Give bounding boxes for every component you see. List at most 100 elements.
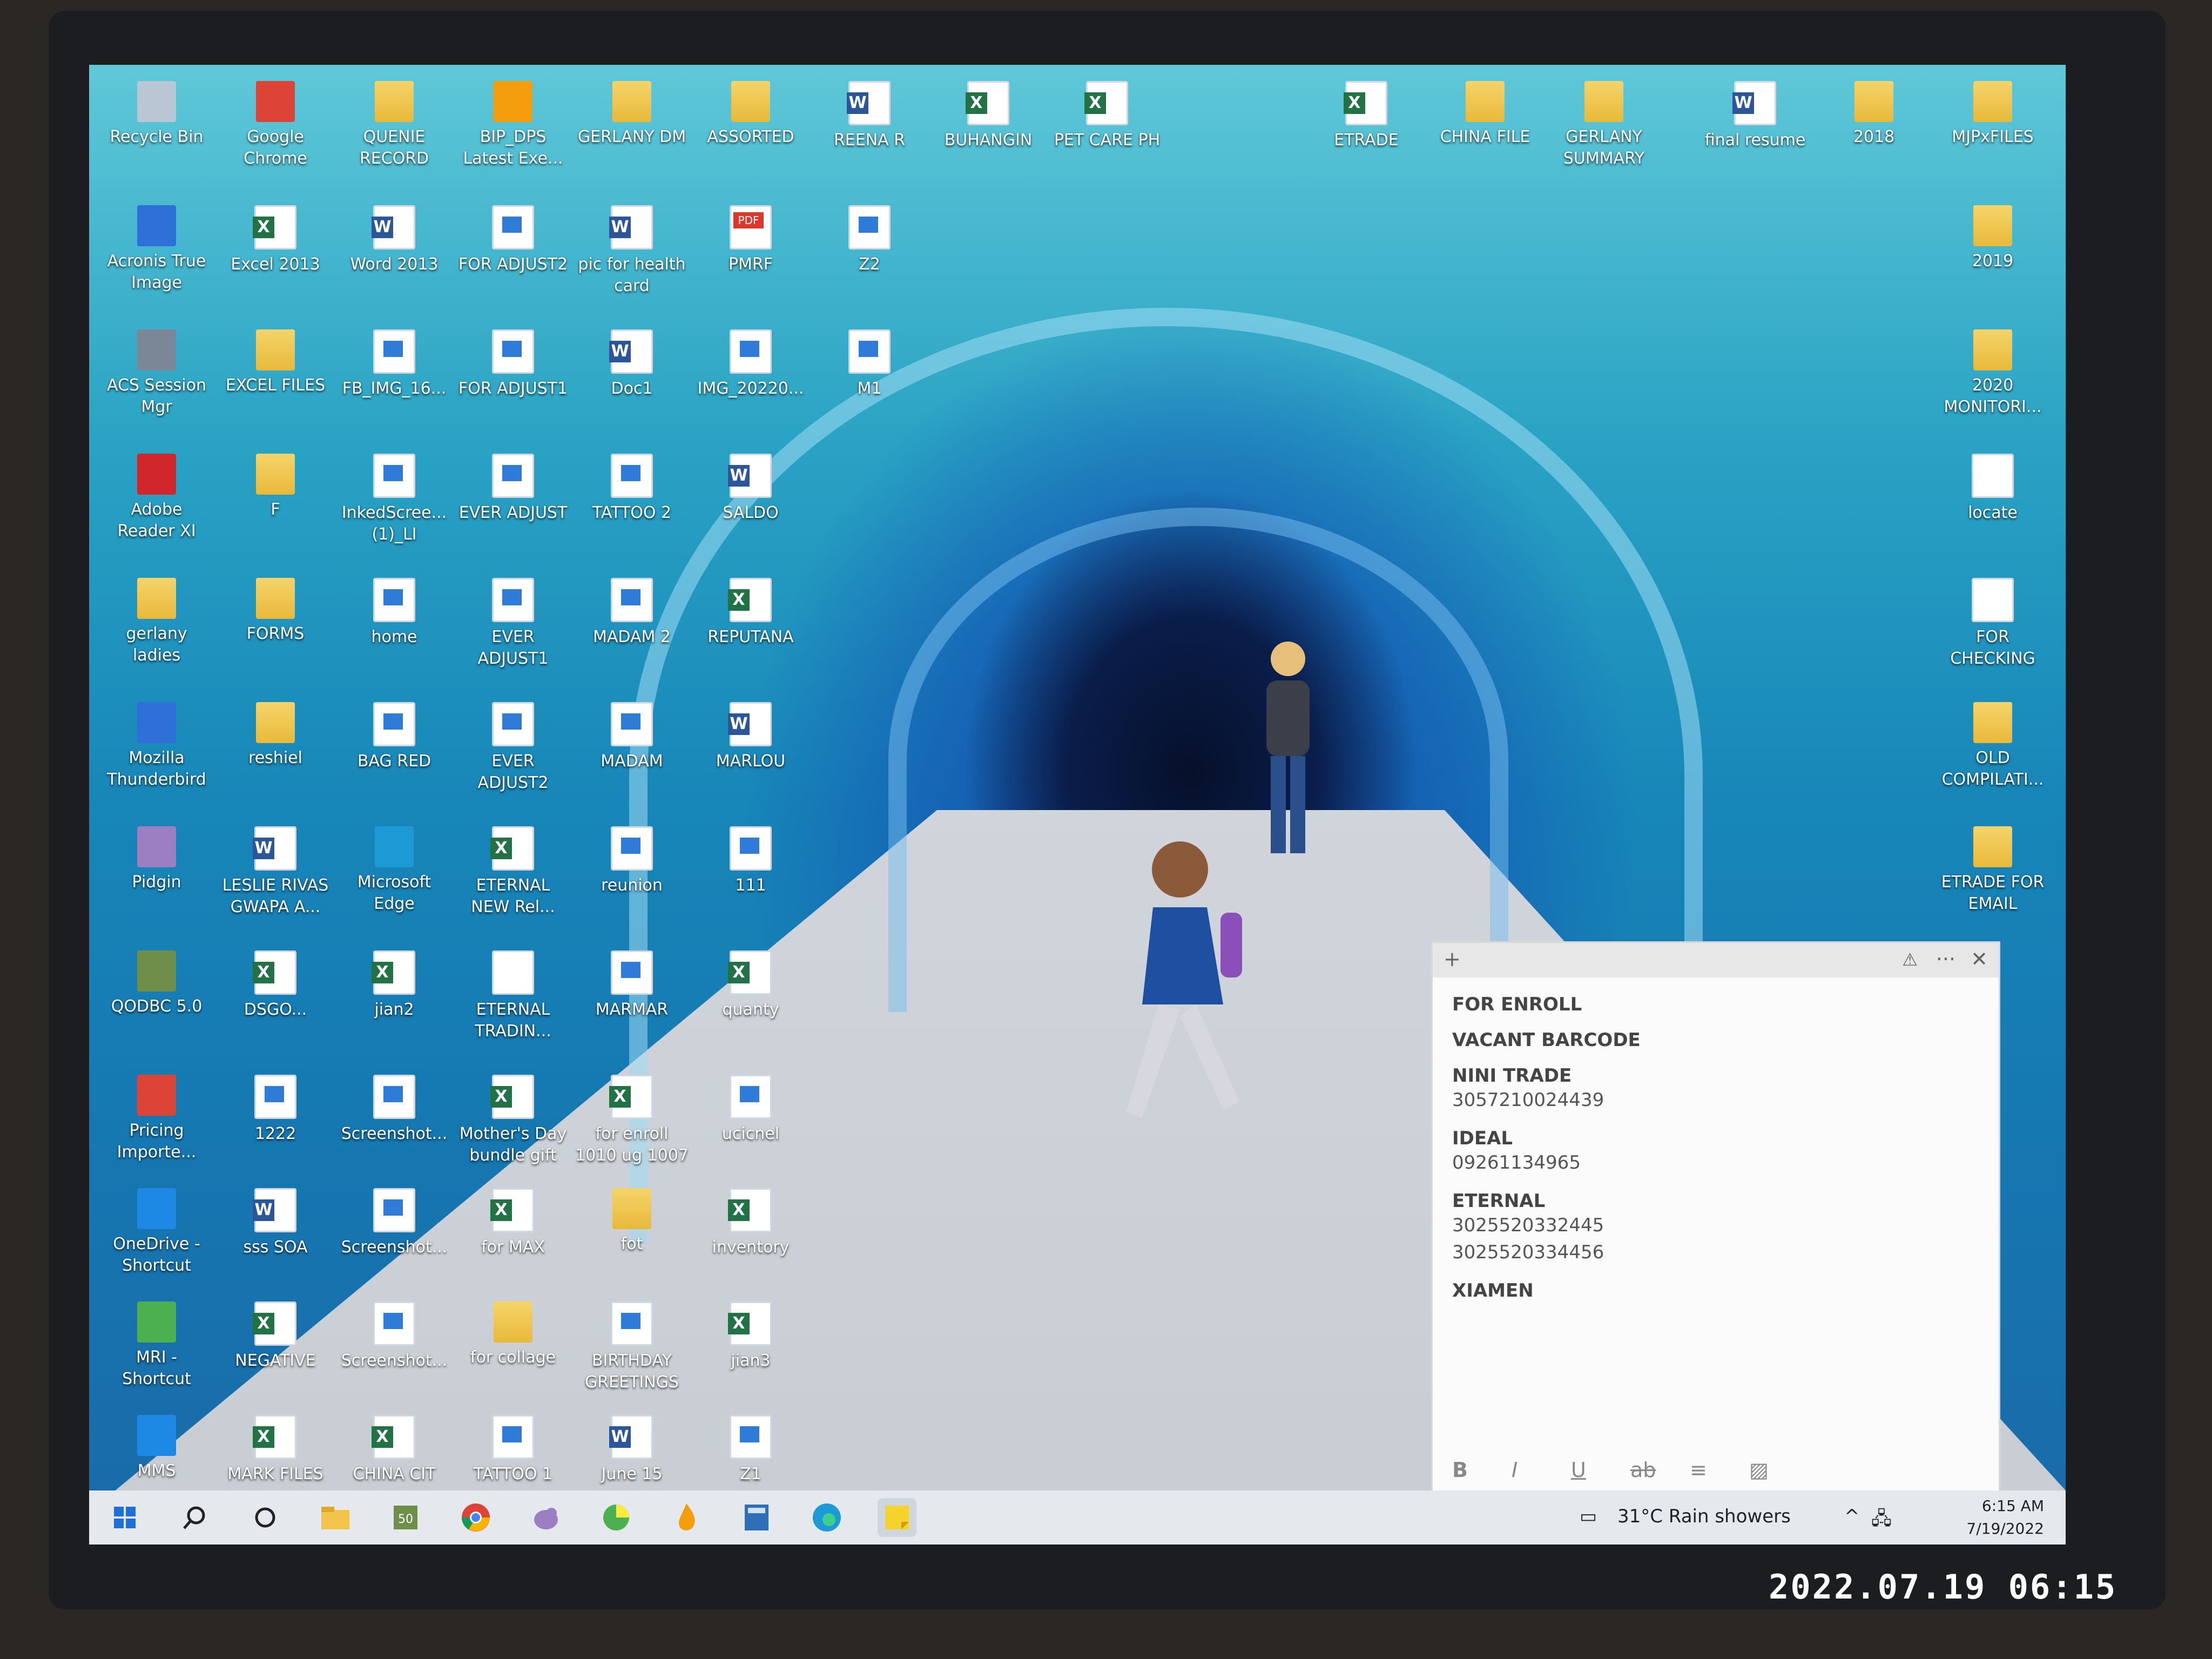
desktop-icon[interactable]: GERLANY SUMMARY bbox=[1547, 81, 1661, 170]
desktop-icon[interactable]: 1222 bbox=[219, 1075, 332, 1145]
taskbar-clock[interactable]: 6:15 AM 7/19/2022 bbox=[1966, 1495, 2044, 1540]
desktop-icon[interactable]: REPUTANA bbox=[694, 578, 807, 648]
desktop-icon[interactable]: NEGATIVE bbox=[219, 1301, 332, 1372]
desktop-icon[interactable]: Google Chrome bbox=[219, 81, 332, 170]
search-button[interactable] bbox=[176, 1498, 214, 1537]
desktop-icon[interactable]: M1 bbox=[813, 329, 926, 400]
bullet-list-button[interactable]: ≡ bbox=[1690, 1458, 1749, 1482]
taskbar-calculator[interactable] bbox=[737, 1498, 776, 1537]
desktop-icon[interactable]: ucicnel bbox=[694, 1075, 807, 1145]
insert-image-button[interactable]: ▨ bbox=[1749, 1458, 1809, 1482]
desktop-icon[interactable]: ETERNAL NEW Rel... bbox=[456, 826, 570, 918]
desktop-icon[interactable]: EVER ADJUST bbox=[456, 454, 570, 524]
desktop-icon[interactable]: Acronis True Image bbox=[100, 205, 213, 294]
taskbar-chrome[interactable] bbox=[456, 1498, 495, 1537]
desktop-icon[interactable]: Adobe Reader XI bbox=[100, 454, 213, 542]
taskbar-edge[interactable] bbox=[807, 1498, 846, 1537]
desktop-icon[interactable]: Pidgin bbox=[100, 826, 213, 893]
desktop-icon[interactable]: 2018 bbox=[1817, 81, 1931, 148]
taskbar-file-explorer[interactable] bbox=[316, 1498, 355, 1537]
desktop-icon[interactable]: Recycle Bin bbox=[100, 81, 213, 148]
desktop-icon[interactable]: gerlany ladies bbox=[100, 578, 213, 666]
desktop-icon[interactable]: 2019 bbox=[1936, 205, 2049, 272]
desktop-icon[interactable]: OLD COMPILATI... bbox=[1936, 702, 2049, 791]
weather-text[interactable]: 31°C Rain showers bbox=[1617, 1506, 1791, 1527]
desktop-icon[interactable]: fot bbox=[575, 1188, 689, 1255]
desktop-icon[interactable]: for MAX bbox=[456, 1188, 570, 1258]
warning-icon[interactable]: ⚠ bbox=[1902, 949, 1918, 970]
desktop-icon[interactable]: reunion bbox=[575, 826, 689, 896]
desktop-icon[interactable]: EXCEL FILES bbox=[219, 329, 332, 396]
taskbar-qodbc[interactable]: 50 bbox=[386, 1498, 425, 1537]
desktop-icon[interactable]: Screenshot... bbox=[338, 1301, 451, 1372]
desktop-icon[interactable]: QODBC 5.0 bbox=[100, 950, 213, 1017]
sticky-note-window[interactable]: + ⚠ ··· ✕ FOR ENROLL VACANT BARCODE NINI T… bbox=[1433, 943, 1999, 1494]
task-view-button[interactable] bbox=[246, 1498, 285, 1537]
desktop-icon[interactable]: Mozilla Thunderbird bbox=[100, 702, 213, 791]
desktop-icon[interactable]: BAG RED bbox=[338, 702, 451, 772]
desktop-icon[interactable]: ETRADE bbox=[1310, 81, 1423, 151]
desktop-icon[interactable]: InkedScree... (1)_LI bbox=[338, 454, 451, 545]
desktop-icon[interactable]: MARK FILES bbox=[219, 1415, 332, 1485]
desktop-icon[interactable]: Pricing Importe... bbox=[100, 1075, 213, 1163]
tray-chevron-icon[interactable]: ^ bbox=[1844, 1506, 1860, 1527]
desktop-icon[interactable]: ASSORTED bbox=[694, 81, 807, 148]
desktop-icon[interactable]: MADAM 2 bbox=[575, 578, 689, 648]
add-note-icon[interactable]: + bbox=[1444, 947, 1461, 971]
network-icon[interactable]: 🖧 bbox=[1871, 1506, 1892, 1536]
desktop-icon[interactable]: Doc1 bbox=[575, 329, 689, 400]
desktop-icon[interactable]: ETRADE FOR EMAIL bbox=[1936, 826, 2049, 915]
desktop-icon[interactable]: jian2 bbox=[338, 950, 451, 1021]
taskbar-sticky-notes[interactable] bbox=[878, 1498, 916, 1537]
desktop-icon[interactable]: BIRTHDAY GREETINGS bbox=[575, 1301, 689, 1393]
desktop-icon[interactable]: ETERNAL TRADIN... bbox=[456, 950, 570, 1042]
strikethrough-button[interactable]: ab bbox=[1630, 1458, 1690, 1482]
desktop-icon[interactable]: June 15 bbox=[575, 1415, 689, 1485]
desktop-icon[interactable]: CHINA CIT bbox=[338, 1415, 451, 1485]
desktop-icon[interactable]: 2020 MONITORI... bbox=[1936, 329, 2049, 418]
desktop-icon[interactable]: Word 2013 bbox=[338, 205, 451, 275]
start-button[interactable] bbox=[105, 1498, 144, 1537]
desktop-icon[interactable]: Screenshot... bbox=[338, 1075, 451, 1145]
desktop-icon[interactable]: Mother's Day bundle gift bbox=[456, 1075, 570, 1166]
desktop-icon[interactable]: reshiel bbox=[219, 702, 332, 769]
taskbar-pidgin[interactable] bbox=[527, 1498, 565, 1537]
desktop-icon[interactable]: DSGO... bbox=[219, 950, 332, 1021]
desktop-icon[interactable]: final resume bbox=[1698, 81, 1812, 151]
desktop-icon[interactable]: SALDO bbox=[694, 454, 807, 524]
desktop-icon[interactable]: locate bbox=[1936, 454, 2049, 524]
desktop-icon[interactable]: inventory bbox=[694, 1188, 807, 1258]
desktop-icon[interactable]: 111 bbox=[694, 826, 807, 896]
desktop-icon[interactable]: ACS Session Mgr bbox=[100, 329, 213, 418]
desktop-icon[interactable]: for collage bbox=[456, 1301, 570, 1368]
more-options-icon[interactable]: ··· bbox=[1936, 947, 1955, 971]
desktop-icon[interactable]: quanty bbox=[694, 950, 807, 1021]
desktop-icon[interactable]: PET CARE PH bbox=[1050, 81, 1164, 151]
sticky-note-body[interactable]: FOR ENROLL VACANT BARCODE NINI TRADE 305721… bbox=[1433, 977, 1999, 1314]
desktop-icon[interactable]: BUHANGIN bbox=[932, 81, 1045, 151]
desktop-icon[interactable]: PMRF bbox=[694, 205, 807, 275]
desktop-icon[interactable]: EVER ADJUST2 bbox=[456, 702, 570, 794]
desktop-icon[interactable]: IMG_20220... bbox=[694, 329, 807, 400]
desktop-icon[interactable]: GERLANY DM bbox=[575, 81, 689, 148]
desktop-icon[interactable]: MARLOU bbox=[694, 702, 807, 772]
desktop-icon[interactable]: TATTOO 1 bbox=[456, 1415, 570, 1485]
taskbar-bip-dps[interactable] bbox=[667, 1498, 706, 1537]
taskbar-mri[interactable] bbox=[597, 1498, 636, 1537]
desktop-icon[interactable]: F bbox=[219, 454, 332, 521]
desktop-icon[interactable]: BIP_DPS Latest Exe... bbox=[456, 81, 570, 170]
desktop-icon[interactable]: sss SOA bbox=[219, 1188, 332, 1258]
desktop-icon[interactable]: Microsoft Edge bbox=[338, 826, 451, 915]
close-icon[interactable]: ✕ bbox=[1971, 947, 1988, 971]
desktop-icon[interactable]: MMS bbox=[100, 1415, 213, 1482]
desktop-icon[interactable]: MARMAR bbox=[575, 950, 689, 1021]
desktop-icon[interactable]: MJPxFILES bbox=[1936, 81, 2049, 148]
desktop-icon[interactable]: FORMS bbox=[219, 578, 332, 645]
desktop-icon[interactable]: EVER ADJUST1 bbox=[456, 578, 570, 670]
desktop-icon[interactable]: FOR CHECKING bbox=[1936, 578, 2049, 670]
desktop-icon[interactable]: OneDrive - Shortcut bbox=[100, 1188, 213, 1277]
desktop-icon[interactable]: REENA R bbox=[813, 81, 926, 151]
desktop-icon[interactable]: MRI - Shortcut bbox=[100, 1301, 213, 1390]
desktop-icon[interactable]: Z1 bbox=[694, 1415, 807, 1485]
desktop-icon[interactable]: FOR ADJUST1 bbox=[456, 329, 570, 400]
